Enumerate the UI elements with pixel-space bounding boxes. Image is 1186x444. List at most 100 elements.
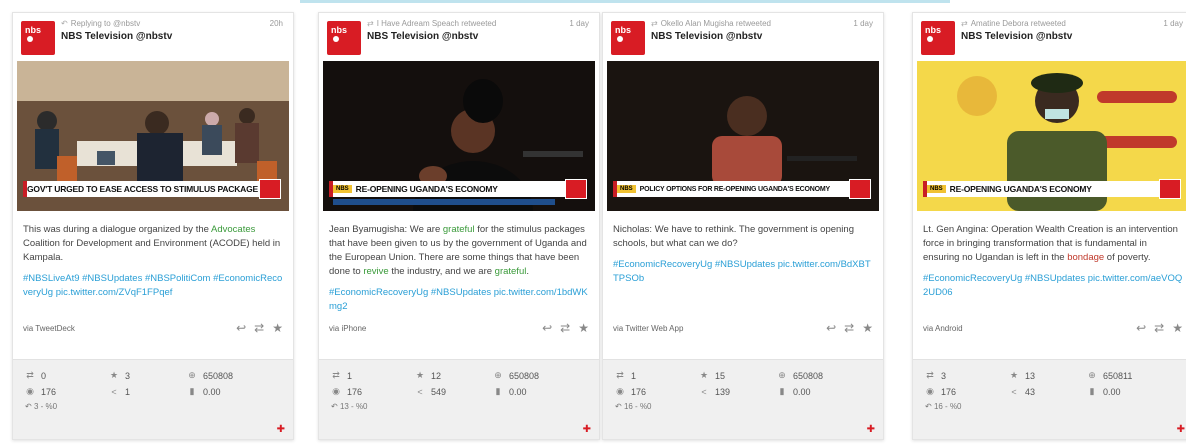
- retweet-line: ↶ Replying to @nbstv: [61, 19, 141, 28]
- tv-channel-logo: [259, 179, 281, 199]
- nbs-logo[interactable]: nbs: [21, 21, 55, 55]
- retweet-count: 1: [347, 370, 353, 381]
- lower-third-tag: NBS: [927, 185, 946, 193]
- reply-icon[interactable]: ↩: [236, 321, 246, 335]
- nbs-logo[interactable]: nbs: [921, 21, 955, 55]
- like-count: 3: [125, 370, 131, 381]
- retweet-icon[interactable]: ⇄: [844, 321, 854, 335]
- star-icon[interactable]: ★: [862, 321, 873, 335]
- tweet-author[interactable]: NBS Television @nbstv: [961, 31, 1185, 42]
- tv-channel-logo: [565, 179, 587, 199]
- bar-chart-icon: ▮: [1089, 386, 1095, 396]
- lower-third-tag: NBS: [333, 185, 352, 193]
- retweet-count: 3: [941, 370, 947, 381]
- retweet-icon: ⇄: [926, 370, 934, 380]
- star-icon: ★: [109, 370, 119, 380]
- retweet-icon[interactable]: ⇄: [560, 321, 570, 335]
- tweet-card[interactable]: nbs ⇄ Amatine Debora retweeted 1 day NBS …: [912, 12, 1186, 440]
- tweet-author[interactable]: NBS Television @nbstv: [61, 31, 285, 42]
- tweet-image[interactable]: NBS RE-OPENING UGANDA'S ECONOMY: [323, 61, 595, 211]
- news-lower-third: NBS RE-OPENING UGANDA'S ECONOMY: [329, 181, 565, 197]
- flag-icon[interactable]: ✚: [277, 424, 285, 435]
- tweet-source: via Twitter Web App: [613, 323, 684, 333]
- tweet-text: Jean Byamugisha: We are grateful for the…: [329, 224, 589, 314]
- view-count: 176: [41, 386, 57, 397]
- tweet-source: via iPhone: [329, 323, 367, 333]
- like-count: 15: [715, 370, 726, 381]
- globe-icon: ⊕: [494, 370, 502, 380]
- tweet-image[interactable]: GOV'T URGED TO EASE ACCESS TO STIMULUS P…: [17, 61, 289, 211]
- reply-icon: ↶: [331, 402, 340, 411]
- tweet-image[interactable]: NBS RE-OPENING UGANDA'S ECONOMY: [917, 61, 1186, 211]
- tweet-header: nbs ⇄ Amatine Debora retweeted 1 day NBS …: [913, 13, 1186, 61]
- reply-icon: ↶: [61, 19, 68, 28]
- tweet-stats: ⇄ 1 ★ 12 ⊕ 650808 ◉ 176 <549 ▮ 0.00 ↶ 13 - %0…: [319, 359, 599, 439]
- like-count: 12: [431, 370, 442, 381]
- lower-third-tag: NBS: [617, 185, 636, 193]
- star-icon[interactable]: ★: [578, 321, 589, 335]
- tweet-time: 1 day: [853, 19, 873, 28]
- retweet-icon: ⇄: [616, 370, 624, 380]
- ratio-value: 0.00: [1103, 386, 1121, 397]
- bar-chart-icon: ▮: [495, 386, 501, 396]
- tweet-author[interactable]: NBS Television @nbstv: [367, 31, 591, 42]
- reply-icon[interactable]: ↩: [542, 321, 552, 335]
- retweet-icon[interactable]: ⇄: [1154, 321, 1164, 335]
- tweet-card[interactable]: nbs ↶ Replying to @nbstv 20h NBS Televisi…: [12, 12, 294, 440]
- share-icon: <: [701, 386, 707, 397]
- tweet-footer: via Twitter Web App ↩ ⇄ ★: [603, 315, 883, 341]
- reply-icon[interactable]: ↩: [826, 321, 836, 335]
- flag-icon[interactable]: ✚: [583, 424, 591, 435]
- share-count: 549: [431, 386, 447, 397]
- retweet-icon: ⇄: [332, 370, 340, 380]
- ratio-value: 0.00: [509, 386, 527, 397]
- tweet-hashtags[interactable]: #EconomicRecoveryUg #NBSUpdates pic.twit…: [613, 258, 873, 286]
- stat-extra: ↶ 13 - %0: [331, 402, 368, 411]
- follower-count: 650808: [203, 370, 234, 381]
- tweet-text: This was during a dialogue organized by …: [23, 224, 283, 300]
- tweet-time: 20h: [269, 19, 283, 28]
- star-icon[interactable]: ★: [272, 321, 283, 335]
- share-count: 43: [1025, 386, 1036, 397]
- stat-extra: ↶ 16 - %0: [925, 402, 962, 411]
- retweet-icon[interactable]: ⇄: [254, 321, 264, 335]
- eye-icon: ◉: [332, 386, 340, 396]
- tweet-time: 1 day: [1163, 19, 1183, 28]
- news-lower-third: NBS RE-OPENING UGANDA'S ECONOMY: [923, 181, 1159, 197]
- tweet-hashtags[interactable]: #EconomicRecoveryUg #NBSUpdates pic.twit…: [329, 286, 589, 314]
- reply-icon[interactable]: ↩: [1136, 321, 1146, 335]
- tweet-hashtags[interactable]: #NBSLiveAt9 #NBSUpdates #NBSPolitiCom #E…: [23, 272, 283, 300]
- tweet-image[interactable]: NBS POLICY OPTIONS FOR RE-OPENING UGANDA…: [607, 61, 879, 211]
- nbs-logo[interactable]: nbs: [611, 21, 645, 55]
- retweet-icon: ⇄: [367, 19, 374, 28]
- tweet-card[interactable]: nbs ⇄ I Have Adream Speach retweeted 1 da…: [318, 12, 600, 440]
- tweet-stats: ⇄ 3 ★ 13 ⊕ 650811 ◉ 176 <43 ▮ 0.00 ↶ 16 - %0 …: [913, 359, 1186, 439]
- star-icon: ★: [415, 370, 425, 380]
- retweet-count: 1: [631, 370, 637, 381]
- stat-extra: ↶ 16 - %0: [615, 402, 652, 411]
- tweet-card[interactable]: nbs ⇄ Okello Alan Mugisha retweeted 1 day…: [602, 12, 884, 440]
- nbs-logo[interactable]: nbs: [327, 21, 361, 55]
- star-icon[interactable]: ★: [1172, 321, 1183, 335]
- tweet-time: 1 day: [569, 19, 589, 28]
- star-icon: ★: [1009, 370, 1019, 380]
- news-lower-third: NBS POLICY OPTIONS FOR RE-OPENING UGANDA…: [613, 181, 849, 197]
- tweet-author[interactable]: NBS Television @nbstv: [651, 31, 875, 42]
- reply-icon: ↶: [925, 402, 934, 411]
- flag-icon[interactable]: ✚: [867, 424, 875, 435]
- tweet-footer: via TweetDeck ↩ ⇄ ★: [13, 315, 293, 341]
- reply-icon: ↶: [25, 402, 34, 411]
- share-count: 139: [715, 386, 731, 397]
- eye-icon: ◉: [616, 386, 624, 396]
- bar-chart-icon: ▮: [779, 386, 785, 396]
- share-icon: <: [111, 386, 117, 397]
- retweet-count: 0: [41, 370, 47, 381]
- retweet-icon: ⇄: [961, 19, 968, 28]
- top-divider-line: [300, 0, 950, 3]
- tweet-text: Lt. Gen Angina: Operation Wealth Creatio…: [923, 224, 1183, 300]
- retweet-line: ⇄ I Have Adream Speach retweeted: [367, 19, 497, 28]
- like-count: 13: [1025, 370, 1036, 381]
- flag-icon[interactable]: ✚: [1177, 424, 1185, 435]
- tweet-hashtags[interactable]: #EconomicRecoveryUg #NBSUpdates pic.twit…: [923, 272, 1183, 300]
- view-count: 176: [347, 386, 363, 397]
